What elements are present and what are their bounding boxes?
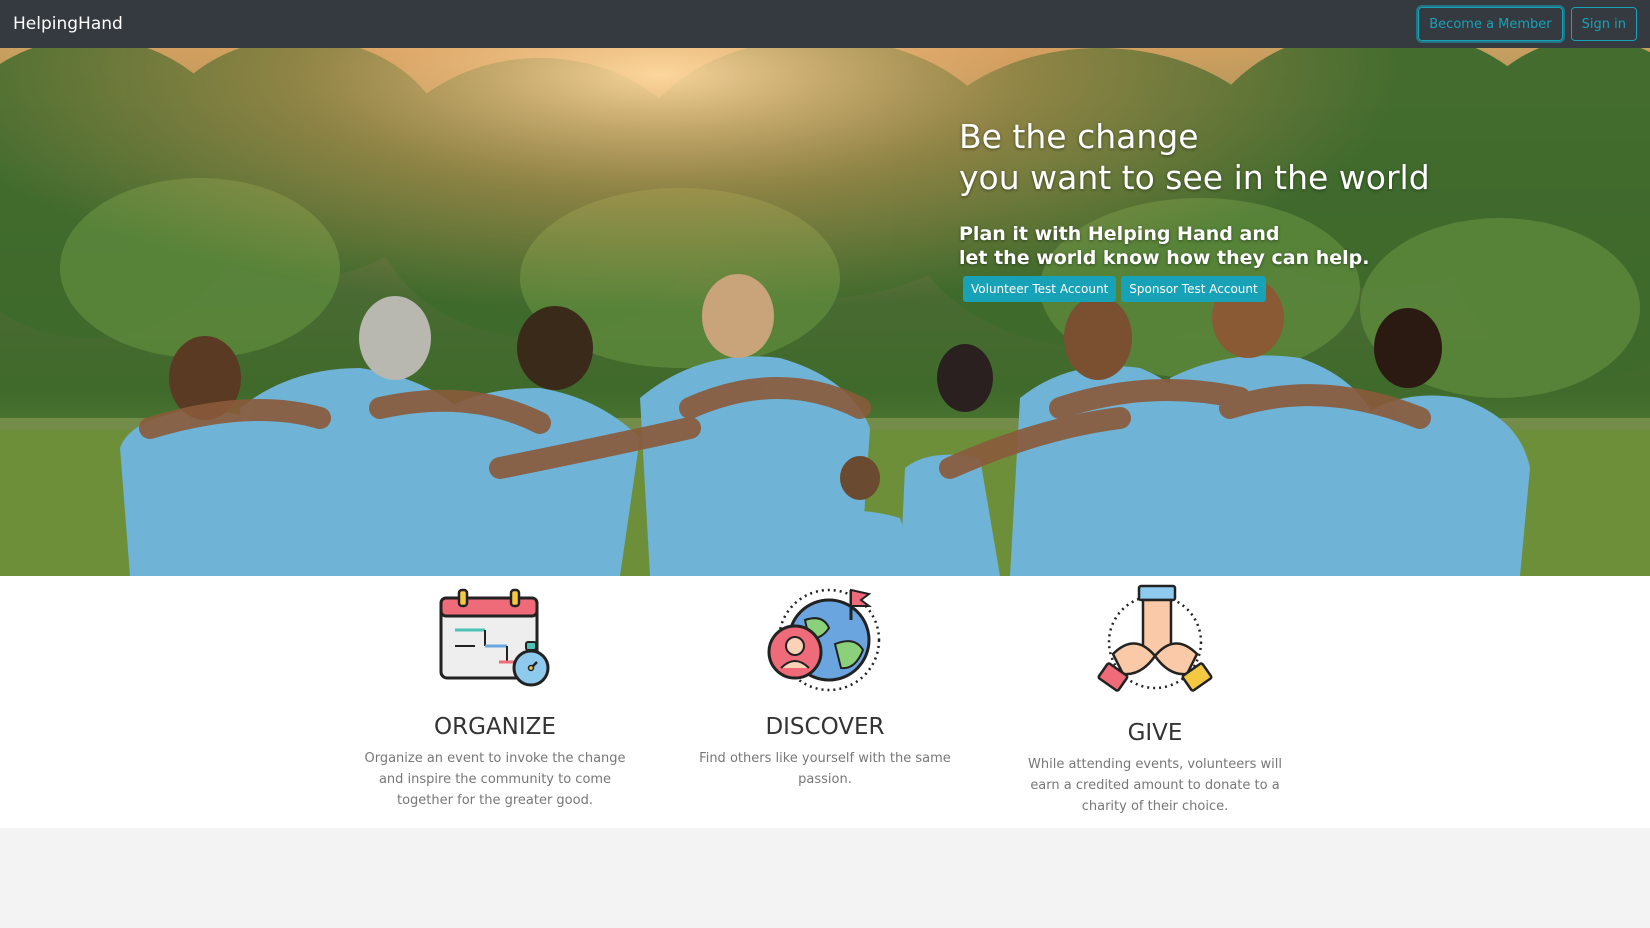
hero-banner: Be the change you want to see in the wor… [0, 48, 1650, 576]
feature-organize-title: ORGANIZE [434, 714, 556, 740]
hero-subline-line1: Plan it with Helping Hand and [959, 223, 1280, 245]
hero-buttons: Volunteer Test Account Sponsor Test Acco… [963, 276, 1430, 302]
feature-organize: ORGANIZE Organize an event to invoke the… [340, 576, 650, 811]
navbar: HelpingHand Become a Member Sign in [0, 0, 1650, 48]
hero-text: Be the change you want to see in the wor… [959, 116, 1430, 302]
feature-discover: DISCOVER Find others like yourself with … [670, 576, 980, 790]
feature-give-description: While attending events, volunteers will … [1028, 757, 1282, 814]
globe-person-flag-icon [767, 588, 881, 692]
hero-headline-line1: Be the change [959, 117, 1199, 156]
feature-discover-title: DISCOVER [765, 714, 885, 740]
hero-subline: Plan it with Helping Hand and let the wo… [959, 222, 1430, 270]
calendar-stopwatch-icon [439, 588, 550, 687]
page-footer-area [0, 828, 1650, 928]
feature-give: GIVE While attending events, volunteers … [1000, 576, 1310, 817]
hero-headline-line2: you want to see in the world [959, 158, 1430, 197]
volunteer-test-account-button[interactable]: Volunteer Test Account [963, 276, 1117, 302]
brand-logo[interactable]: HelpingHand [13, 14, 123, 34]
feature-organize-description: Organize an event to invoke the change a… [364, 751, 626, 808]
become-member-button[interactable]: Become a Member [1418, 7, 1563, 41]
hero-headline: Be the change you want to see in the wor… [959, 116, 1430, 198]
nav-actions: Become a Member Sign in [1418, 7, 1637, 41]
feature-give-title: GIVE [1127, 720, 1183, 746]
sign-in-button[interactable]: Sign in [1570, 7, 1637, 41]
hero-subline-line2: let the world know how they can help. [959, 247, 1370, 269]
stacked-hands-icon [1097, 584, 1213, 692]
feature-discover-description: Find others like yourself with the same … [699, 751, 951, 787]
sponsor-test-account-button[interactable]: Sponsor Test Account [1121, 276, 1266, 302]
features-section: ORGANIZE Organize an event to invoke the… [0, 576, 1650, 828]
